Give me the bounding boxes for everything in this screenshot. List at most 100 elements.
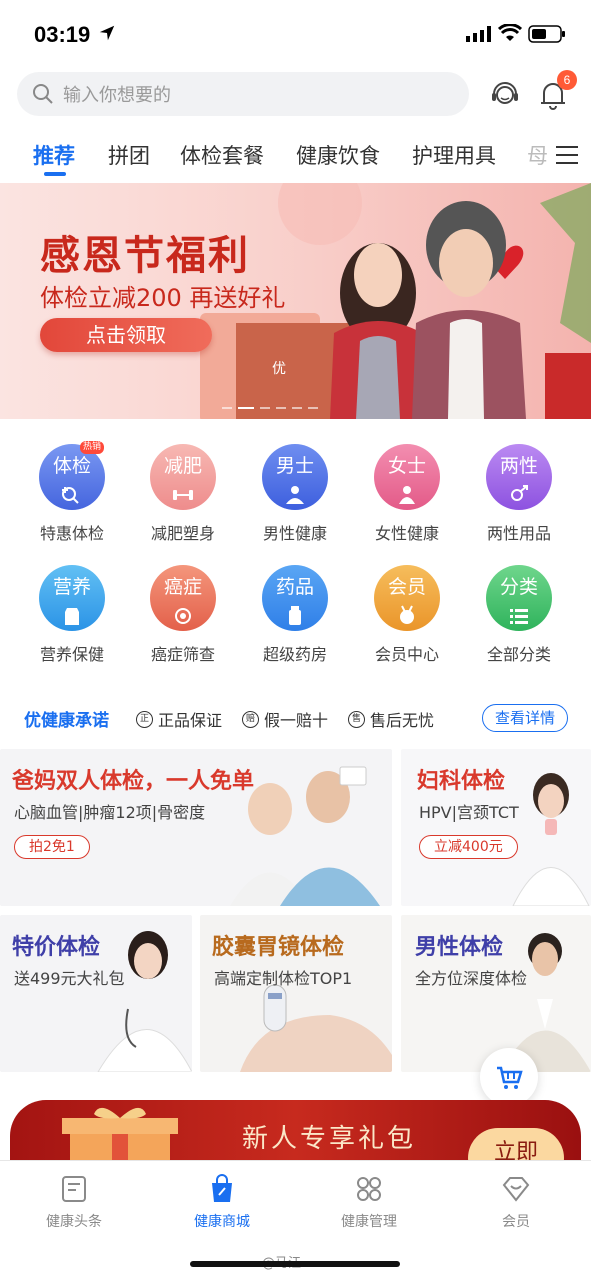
card-capsule-endoscopy[interactable]: 胶囊胃镜体检 高端定制体检TOP1 xyxy=(200,915,392,1072)
category-special-checkup[interactable]: 体检 特惠体检 xyxy=(22,444,122,554)
tab-member[interactable]: 会员 xyxy=(466,1173,566,1231)
promo-banner[interactable]: 感恩节福利 体检立减200 再送好礼 点击领取 优 xyxy=(0,183,591,419)
search-bar[interactable]: 输入你想要的 xyxy=(17,72,469,116)
woman-photo xyxy=(512,773,590,906)
card-subtitle: HPV|宫颈TCT xyxy=(419,803,519,822)
category-label: 两性用品 xyxy=(486,524,551,543)
claim-button[interactable]: 点击领取 xyxy=(40,318,212,352)
category-female-health[interactable]: 女士 女性健康 xyxy=(357,444,457,554)
status-time: 03:19 xyxy=(34,22,91,47)
shopping-bag-icon xyxy=(212,1174,232,1202)
tab-health-management[interactable]: 健康管理 xyxy=(319,1173,419,1231)
battery-icon xyxy=(528,25,565,43)
female-icon xyxy=(399,486,415,504)
tab-label: 健康管理 xyxy=(341,1214,397,1230)
male-icon xyxy=(286,486,304,504)
active-tab-indicator xyxy=(44,172,66,176)
category-label: 癌症筛查 xyxy=(150,645,215,664)
category-nutrition[interactable]: 营养 营养保健 xyxy=(22,565,122,675)
category-weight-loss[interactable]: 减肥 减肥塑身 xyxy=(133,444,233,554)
card-gynecology[interactable]: 妇科体检 HPV|宫颈TCT 立减400元 xyxy=(401,749,591,906)
category-icon-text: 药品 xyxy=(275,576,314,598)
category-icon-text: 会员 xyxy=(387,576,426,598)
category-adult-products[interactable]: 两性 两性用品 xyxy=(469,444,569,554)
menu-icon[interactable] xyxy=(556,146,578,164)
search-placeholder: 输入你想要的 xyxy=(63,85,171,106)
card-title: 爸妈双人体检，一人免单 xyxy=(12,769,255,794)
aftersales-icon: 售 xyxy=(348,710,365,728)
customer-service-icon[interactable] xyxy=(488,76,522,110)
tab-recommend[interactable]: 推荐 xyxy=(33,140,75,170)
gender-symbol-icon xyxy=(511,485,528,501)
promise-title: 优健康承诺 xyxy=(24,711,109,731)
category-label: 女性健康 xyxy=(374,524,439,543)
checkup-icon xyxy=(62,487,79,504)
promise-compensation: 赔假一赔十 xyxy=(242,707,328,731)
compensation-icon: 赔 xyxy=(242,710,259,728)
tab-nursing-supplies[interactable]: 护理用具 xyxy=(412,140,496,170)
category-icon-text: 减肥 xyxy=(163,455,202,477)
view-details-button[interactable]: 查看详情 xyxy=(482,704,568,732)
category-all[interactable]: 分类 全部分类 xyxy=(469,565,569,675)
news-icon xyxy=(62,1176,86,1202)
hot-badge: 热销 xyxy=(80,441,104,454)
category-male-health[interactable]: 男士 男性健康 xyxy=(245,444,345,554)
promise-genuine: 正正品保证 xyxy=(136,707,222,731)
card-subtitle: 高端定制体检TOP1 xyxy=(214,969,353,988)
card-male-checkup[interactable]: 男性体检 全方位深度体检 xyxy=(401,915,591,1072)
promise-text: 正品保证 xyxy=(158,711,223,730)
medal-icon xyxy=(400,605,414,624)
tab-health-mall[interactable]: 健康商城 xyxy=(172,1173,272,1231)
location-arrow-icon xyxy=(99,25,115,41)
tab-healthy-diet[interactable]: 健康饮食 xyxy=(296,140,380,170)
doctor-photo xyxy=(97,931,192,1072)
tab-health-news[interactable]: 健康头条 xyxy=(24,1173,124,1231)
category-icon-text: 营养 xyxy=(52,576,91,598)
category-pharmacy[interactable]: 药品 超级药房 xyxy=(245,565,345,675)
card-tag: 立减400元 xyxy=(419,835,518,859)
category-icon-text: 分类 xyxy=(499,576,538,598)
tab-group-buy[interactable]: 拼团 xyxy=(108,140,150,170)
tab-mother-baby[interactable]: 母 xyxy=(527,140,548,170)
category-label: 超级药房 xyxy=(262,645,327,664)
category-cancer-screening[interactable]: 癌症 癌症筛查 xyxy=(133,565,233,675)
cart-button[interactable] xyxy=(480,1048,538,1106)
capsule-hand-photo xyxy=(240,984,392,1072)
carousel-dots[interactable] xyxy=(222,407,324,409)
gift-title: 新人专享礼包 xyxy=(242,1124,417,1154)
tab-label: 健康头条 xyxy=(46,1214,102,1230)
card-title: 胶囊胃镜体检 xyxy=(212,935,345,960)
promise-text: 假一赔十 xyxy=(264,711,329,730)
category-icon-text: 女士 xyxy=(387,455,426,477)
category-label: 男性健康 xyxy=(262,524,327,543)
search-icon xyxy=(33,84,53,104)
category-label: 特惠体检 xyxy=(39,524,104,543)
category-label: 减肥塑身 xyxy=(150,524,215,543)
cell-icon xyxy=(175,608,191,624)
category-label: 营养保健 xyxy=(39,645,104,664)
notification-badge: 6 xyxy=(557,70,577,90)
promise-bar: 优健康承诺 正正品保证 赔假一赔十 售售后无忧 查看详情 xyxy=(0,700,591,736)
cart-icon xyxy=(497,1066,523,1089)
dumbbell-icon xyxy=(173,490,193,500)
grid-icon xyxy=(357,1177,381,1201)
medicine-bottle-icon xyxy=(289,606,301,625)
card-title: 妇科体检 xyxy=(417,769,506,794)
category-label: 全部分类 xyxy=(486,645,551,664)
card-subtitle: 全方位深度体检 xyxy=(415,969,528,988)
cellular-signal-icon xyxy=(466,26,491,42)
tab-label: 会员 xyxy=(502,1214,530,1230)
tab-checkup-package[interactable]: 体检套餐 xyxy=(180,140,264,170)
home-indicator[interactable] xyxy=(190,1261,400,1267)
status-bar: 03:19 xyxy=(0,0,591,66)
promise-text: 售后无忧 xyxy=(370,711,435,730)
card-parents-checkup[interactable]: 爸妈双人体检，一人免单 心脑血管|肿瘤12项|骨密度 拍2免1 xyxy=(0,749,392,906)
category-tabs: 推荐 拼团 体检套餐 健康饮食 护理用具 母 xyxy=(0,130,591,182)
bag-logo: 优 xyxy=(272,361,286,377)
card-special-checkup[interactable]: 特价体检 送499元大礼包 xyxy=(0,915,192,1072)
banner-subtitle: 体检立减200 再送好礼 xyxy=(40,284,286,312)
category-icon-text: 两性 xyxy=(499,455,538,477)
category-member-center[interactable]: 会员 会员中心 xyxy=(357,565,457,675)
member-icon xyxy=(502,1177,530,1202)
promise-aftersales: 售售后无忧 xyxy=(348,707,434,731)
